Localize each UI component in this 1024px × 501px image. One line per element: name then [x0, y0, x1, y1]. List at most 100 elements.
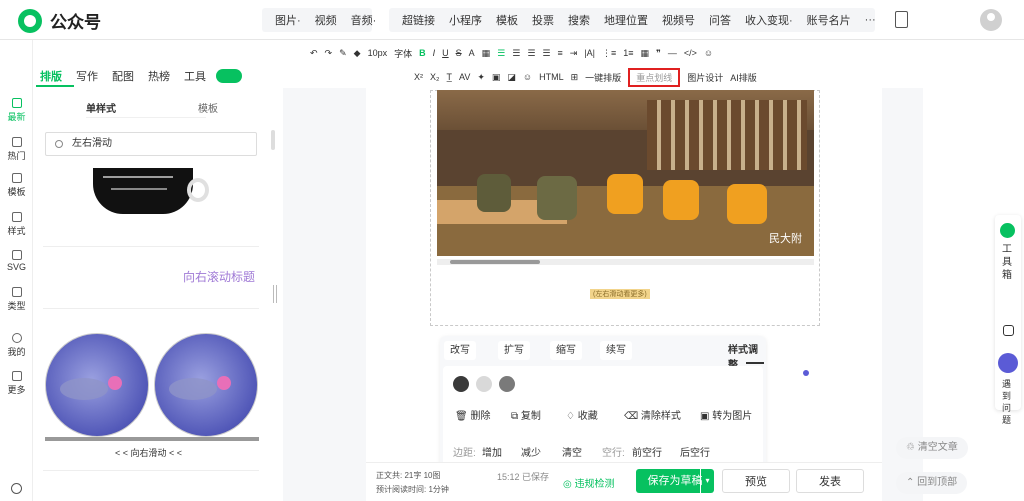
fill-color-icon[interactable]: ◆ [354, 48, 361, 59]
magic-icon[interactable]: ✦ [477, 72, 485, 83]
bold-icon[interactable]: B [419, 48, 426, 58]
nav-video[interactable]: 视频 [308, 12, 344, 28]
nav-link[interactable]: 超链接 [395, 12, 442, 28]
font-color-icon[interactable]: A [469, 48, 475, 58]
before-row[interactable]: 前空行 [632, 444, 662, 459]
mug-style-preview[interactable] [93, 168, 209, 214]
rail-hot[interactable]: 热门 [0, 137, 33, 162]
nav-search[interactable]: 搜索 [561, 12, 597, 28]
rail-type[interactable]: 类型 [0, 287, 33, 312]
format-brush-icon[interactable]: ✎ [339, 48, 347, 59]
subscript-icon[interactable]: X₂ [430, 72, 440, 82]
image-design-button[interactable]: 图片设计 [687, 71, 723, 84]
table-icon[interactable]: ▦ [641, 48, 650, 59]
strike-icon[interactable]: S [456, 48, 462, 58]
nav-monetize[interactable]: 收入变现· [738, 12, 800, 28]
lotus-image-1[interactable] [45, 333, 149, 437]
panel-vscroll[interactable] [271, 130, 275, 150]
bg-color-icon[interactable]: ▦ [482, 48, 491, 59]
style-search-input[interactable]: 左右滑动 [45, 132, 257, 156]
delete-action[interactable]: 🗑 删除 [455, 407, 490, 422]
color-dot-gray[interactable] [499, 376, 515, 392]
nav-channels[interactable]: 视频号 [655, 12, 702, 28]
rail-more[interactable]: 更多 [0, 371, 33, 396]
divider-icon[interactable]: — [668, 48, 677, 58]
justify-icon[interactable]: ☰ [542, 48, 550, 59]
cafe-photo[interactable]: 民大附 [437, 90, 814, 256]
mobile-preview-icon[interactable] [895, 11, 908, 28]
expand-button[interactable]: 扩写 [498, 341, 530, 360]
rail-template[interactable]: 模板 [0, 173, 33, 198]
align-right-icon[interactable]: ☰ [527, 48, 535, 59]
italic-icon[interactable]: I [433, 48, 436, 58]
highlight-line-button[interactable]: 重点划线 [628, 67, 681, 87]
after-row[interactable]: 后空行 [680, 444, 710, 459]
margin-clear[interactable]: 清空 [562, 444, 582, 459]
rail-style[interactable]: 样式 [0, 212, 33, 237]
lotus-image-2[interactable] [154, 333, 258, 437]
help-bot-icon[interactable] [998, 353, 1018, 373]
nav-qa[interactable]: 问答 [702, 12, 738, 28]
tab-hot[interactable]: 热榜 [148, 68, 170, 84]
rail-latest[interactable]: 最新 [0, 98, 33, 123]
plugin-toggle[interactable] [216, 69, 242, 83]
letter-spacing-icon[interactable]: |A| [584, 48, 595, 58]
margin-add[interactable]: 增加 [482, 444, 502, 459]
save-draft-button[interactable]: 保存为草稿 ▾ [636, 469, 714, 493]
tab-single-style[interactable]: 单样式 [86, 100, 116, 115]
shrink-button[interactable]: 缩写 [550, 341, 582, 360]
back-top-button[interactable]: ⌃ 回到顶部 [896, 472, 968, 494]
apps-icon[interactable] [1003, 325, 1014, 336]
collect-action[interactable]: ♢ 收藏 [566, 407, 598, 422]
scroll-title-style[interactable]: 向右滚动标题 [183, 268, 255, 285]
html-icon[interactable]: HTML [539, 72, 564, 82]
emoji-icon[interactable]: ☺ [704, 48, 713, 58]
tab-panel-template[interactable]: 模板 [198, 100, 218, 115]
superscript-icon[interactable]: X² [414, 72, 423, 82]
one-key-layout[interactable]: 一键排版 [585, 71, 621, 84]
align-center-icon[interactable]: ☰ [512, 48, 520, 59]
nav-image[interactable]: 图片· [268, 12, 308, 28]
nav-vote[interactable]: 投票 [525, 12, 561, 28]
text-indent-icon[interactable]: T̲ [447, 72, 453, 82]
compliance-check[interactable]: ◎ 违规检测 [563, 475, 615, 490]
nav-template[interactable]: 模板 [489, 12, 525, 28]
nav-miniprogram[interactable]: 小程序 [442, 12, 489, 28]
tab-tools[interactable]: 工具 [184, 68, 206, 84]
underline-icon[interactable]: U [442, 48, 449, 58]
preview-button[interactable]: 预览 [722, 469, 790, 493]
rail-mine[interactable]: 我的 [0, 333, 33, 358]
nav-location[interactable]: 地理位置 [597, 12, 655, 28]
quote-icon[interactable]: ❞ [656, 48, 661, 59]
redo-icon[interactable]: ↷ [325, 48, 333, 59]
issue-label[interactable]: 遇到问题 [1002, 378, 1014, 426]
tab-image[interactable]: 配图 [112, 68, 134, 84]
nav-audio[interactable]: 音频· [344, 12, 384, 28]
continue-button[interactable]: 续写 [600, 341, 632, 360]
align-left-icon[interactable]: ☰ [497, 48, 505, 59]
spacing-icon[interactable]: AV [459, 72, 470, 82]
font-size-select[interactable]: 10px [368, 48, 388, 58]
panel-resize-handle[interactable] [273, 285, 277, 303]
tab-layout[interactable]: 排版 [40, 68, 62, 84]
line-height-icon[interactable]: ≡ [557, 48, 562, 58]
nav-more[interactable]: ··· [858, 14, 883, 26]
to-image-action[interactable]: ▣ 转为图片 [700, 407, 752, 422]
ai-layout-button[interactable]: AI排版 [730, 71, 757, 84]
color-dot-dark[interactable] [453, 376, 469, 392]
indent-icon[interactable]: ⇥ [570, 48, 578, 59]
user-avatar[interactable] [980, 9, 1002, 31]
copy-action[interactable]: ⧉ 复制 [511, 407, 541, 422]
insert-image-icon[interactable]: ▣ [492, 72, 501, 83]
list-icon[interactable]: ⋮≡ [602, 48, 616, 59]
clear-article-button[interactable]: ♲ 清空文章 [896, 437, 968, 459]
template-icon[interactable]: ⊞ [571, 72, 579, 83]
font-select[interactable]: 字体 [394, 47, 412, 60]
panel-scrollbar[interactable] [45, 437, 259, 441]
nav-card[interactable]: 账号名片 [800, 12, 858, 28]
toolbox-label[interactable]: 工具箱 [1002, 243, 1014, 282]
tab-write[interactable]: 写作 [76, 68, 98, 84]
app-logo[interactable]: 公众号 [18, 8, 101, 33]
emoji2-icon[interactable]: ☺ [523, 72, 532, 82]
ordered-list-icon[interactable]: 1≡ [623, 48, 633, 58]
